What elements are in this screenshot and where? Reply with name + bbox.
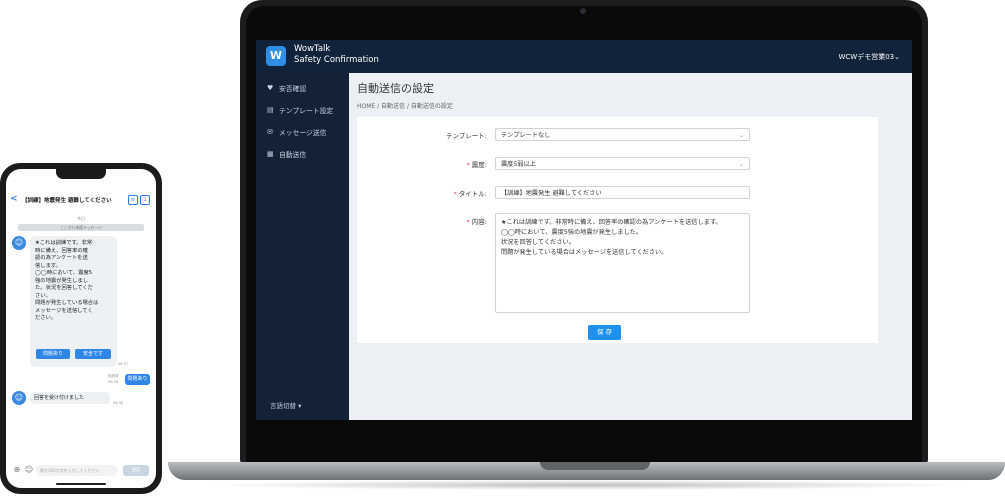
- template-label: テンプレート:: [446, 132, 487, 140]
- sent-time: 08:38: [108, 380, 119, 384]
- phone: < 【訓練】地震発生 避難してください ≡ ↓ 今日 ここから未読メッセージ ☺…: [0, 163, 162, 494]
- sidebar-item-message[interactable]: ✉ メッセージ送信: [267, 127, 326, 137]
- message-input[interactable]: 最大500文字を入力してください: [36, 465, 118, 476]
- add-icon[interactable]: ⊕: [12, 465, 22, 475]
- save-button[interactable]: 保 存: [588, 325, 621, 340]
- safe-button[interactable]: 安全です: [75, 349, 111, 359]
- page-title: 自動送信の設定: [357, 82, 434, 95]
- sent-message: 問題あり: [125, 374, 150, 385]
- menu-icon[interactable]: ≡: [128, 195, 138, 205]
- calendar-icon: ▦: [267, 149, 274, 158]
- chat-date: 今日: [77, 216, 85, 221]
- chevron-down-icon: ⌄: [738, 132, 744, 139]
- content-label: * 内容:: [466, 218, 487, 226]
- message-line: ★これは訓練です。非常: [35, 240, 93, 246]
- message-line: メッセージを送信してく: [35, 307, 93, 314]
- app-header: W WowTalk Safety Confirmation WCWデモ営業03⌄: [256, 40, 912, 73]
- message-line: 問題が発生している場合は: [35, 300, 99, 306]
- chevron-down-icon: ⌄: [738, 161, 744, 168]
- message-line: ◯◯時において、震度5: [35, 270, 93, 276]
- camera: [580, 8, 586, 14]
- chat-header-icons: ≡ ↓: [128, 195, 150, 205]
- account-menu[interactable]: WCWデモ営業03⌄: [838, 52, 900, 62]
- laptop-notch: [540, 462, 650, 470]
- sidebar: ♥ 安否確認 ▤ テンプレート設定 ✉ メッセージ送信 ▦ 自動送信 言語切替 …: [256, 73, 349, 420]
- chat-title: 【訓練】地震発生 避難してください: [22, 198, 112, 204]
- reply-bubble: 回答を受け付けました: [30, 392, 110, 404]
- message-line: 時に備え、回答率の確: [35, 247, 88, 254]
- account-name: WCWデモ営業03: [838, 53, 895, 61]
- message-line: 強の地震が発生しまし: [35, 277, 88, 284]
- shindo-label: * 震度:: [466, 161, 487, 169]
- title-label: * タイトル:: [453, 190, 487, 198]
- app-logo-icon: W: [266, 46, 286, 66]
- message-time: 08:37: [118, 362, 129, 366]
- sidebar-item-template[interactable]: ▤ テンプレート設定: [267, 105, 333, 115]
- language-label: 言語切替: [270, 402, 296, 410]
- title-input[interactable]: 【訓練】地震発生 避難してください: [495, 186, 750, 199]
- content-line: 問題が発生している場合はメッセージを送信してください。: [501, 249, 668, 256]
- phone-notch: [56, 169, 106, 179]
- laptop-screen: W WowTalk Safety Confirmation WCWデモ営業03⌄…: [256, 40, 912, 420]
- sidebar-item-safety[interactable]: ♥ 安否確認: [267, 83, 306, 93]
- shindo-select-value: 震度5弱以上: [501, 161, 536, 168]
- send-button[interactable]: 送信: [123, 465, 149, 476]
- message-line: た。状況を回答してくだ: [35, 285, 93, 291]
- laptop-shadow: [200, 480, 970, 490]
- message-line: 認の為アンケートを送: [35, 255, 88, 261]
- home-indicator: [56, 483, 106, 485]
- caret-down-icon: ▾: [298, 402, 302, 410]
- template-icon: ▤: [267, 105, 274, 114]
- bot-avatar: ☺: [12, 236, 26, 250]
- message-line: さい。: [35, 292, 51, 299]
- app-name-line2: Safety Confirmation: [294, 55, 379, 65]
- message-line: 信します。: [35, 262, 61, 269]
- mail-icon: ✉: [267, 127, 273, 136]
- template-select[interactable]: テンプレートなし ⌄: [495, 128, 750, 141]
- chevron-down-icon: ⌄: [894, 53, 900, 61]
- language-switch[interactable]: 言語切替 ▾: [270, 400, 301, 410]
- sidebar-item-label: 安否確認: [279, 85, 307, 93]
- back-icon[interactable]: <: [10, 194, 18, 204]
- download-icon[interactable]: ↓: [140, 195, 150, 205]
- title-input-value: 【訓練】地震発生 避難してください: [501, 190, 602, 197]
- content-line: 状況を回答してください。: [501, 239, 575, 246]
- template-select-value: テンプレートなし: [501, 132, 551, 139]
- sidebar-item-label: テンプレート設定: [279, 107, 334, 115]
- sidebar-item-auto-send[interactable]: ▦ 自動送信: [267, 149, 306, 159]
- content-textarea[interactable]: ★これは訓練です。非常時に備え、回答率の確認の為アンケートを送信します。 ◯◯時…: [495, 213, 750, 313]
- reply-time: 08:38: [113, 401, 124, 405]
- content-line: ◯◯時において、震度5強の地震が発生しました。: [501, 229, 643, 236]
- emoji-icon[interactable]: ☺: [24, 465, 34, 475]
- read-status: 既読済: [108, 374, 119, 378]
- main-content: 自動送信の設定 HOME / 自動送信 / 自動送信の設定 テンプレート: テン…: [349, 73, 912, 420]
- chat-input-bar: ⊕ ☺ 最大500文字を入力してください 送信: [6, 464, 156, 478]
- shindo-select[interactable]: 震度5弱以上 ⌄: [495, 157, 750, 170]
- message-bubble: ★これは訓練です。非常 時に備え、回答率の確 認の為アンケートを送 信します。 …: [30, 236, 117, 367]
- form-card: テンプレート: テンプレートなし ⌄ * 震度: 震度5弱以上 ⌄ * タイトル…: [357, 117, 878, 343]
- bot-avatar: ☺: [12, 391, 26, 405]
- app-name: WowTalk Safety Confirmation: [294, 44, 379, 66]
- breadcrumb: HOME / 自動送信 / 自動送信の設定: [357, 103, 453, 110]
- phone-screen: < 【訓練】地震発生 避難してください ≡ ↓ 今日 ここから未読メッセージ ☺…: [6, 169, 156, 488]
- sidebar-item-label: 自動送信: [279, 151, 307, 159]
- problem-button[interactable]: 問題あり: [36, 349, 70, 359]
- app-name-line1: WowTalk: [294, 44, 331, 54]
- content-line: ★これは訓練です。非常時に備え、回答率の確認の為アンケートを送信します。: [501, 219, 722, 226]
- chat-header: < 【訓練】地震発生 避難してください ≡ ↓: [6, 194, 156, 208]
- unread-divider: ここから未読メッセージ: [18, 224, 144, 231]
- heart-icon: ♥: [267, 83, 274, 92]
- sidebar-item-label: メッセージ送信: [279, 129, 327, 137]
- message-line: ださい。: [35, 315, 57, 321]
